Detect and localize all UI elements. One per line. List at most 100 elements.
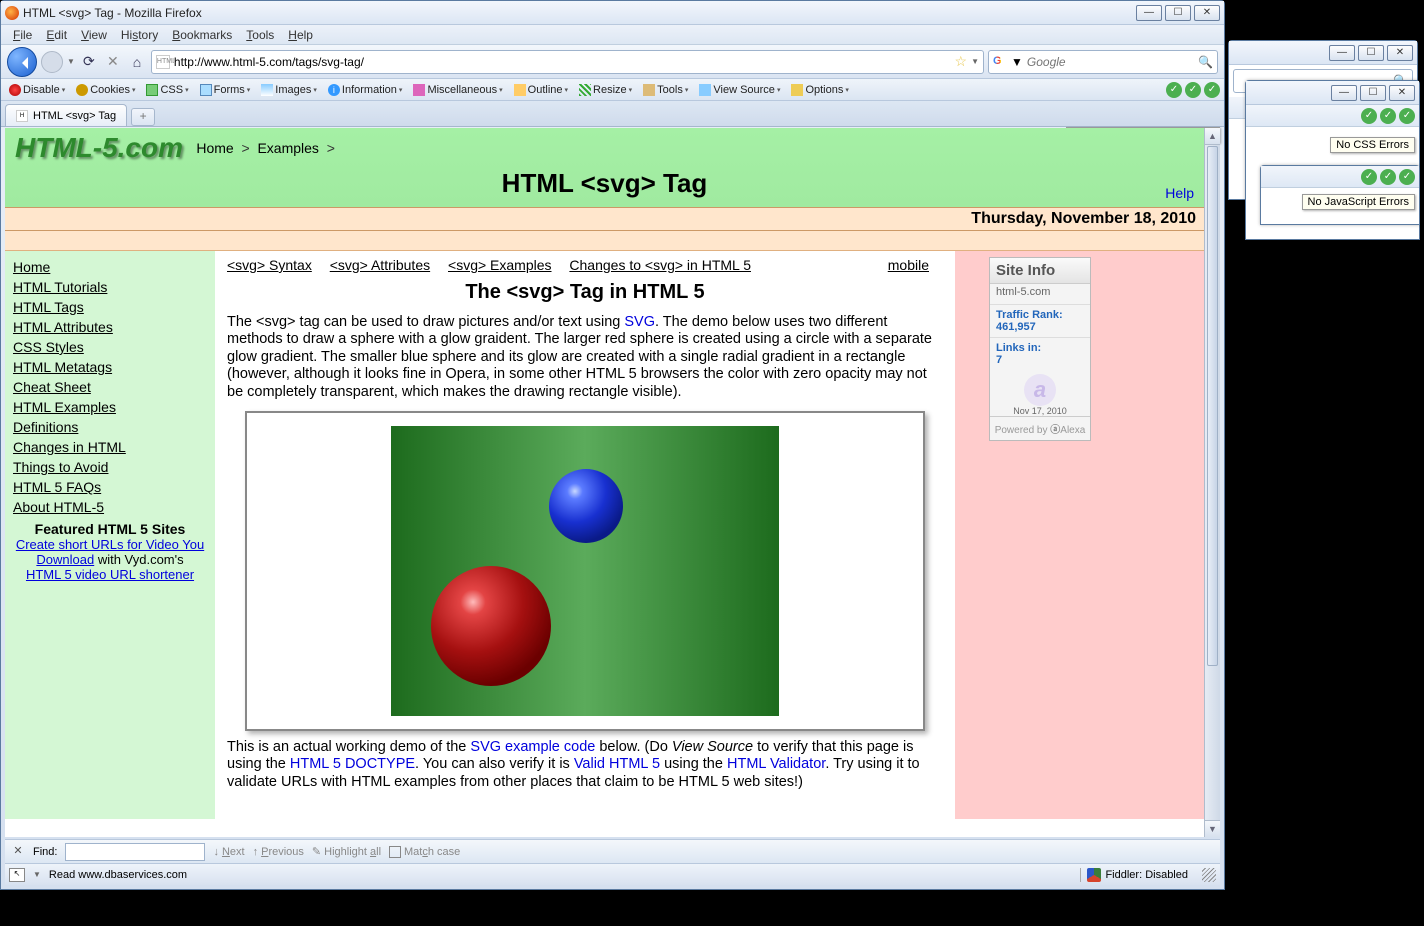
valid-html5-link[interactable]: Valid HTML 5 [574,756,660,772]
alexa-links-label: Links in: [996,342,1084,354]
anchor-attributes[interactable]: <svg> Attributes [330,257,430,273]
lnav-item[interactable]: HTML Attributes [13,319,207,335]
maximize-button[interactable]: ☐ [1165,5,1191,21]
menu-help[interactable]: Help [282,26,319,44]
status-check-icon[interactable]: ✓ [1361,108,1377,124]
menu-edit[interactable]: Edit [40,26,73,44]
lnav-item[interactable]: About HTML-5 [13,499,207,515]
help-link[interactable]: Help [1165,185,1194,201]
wd-cookies[interactable]: Cookies▾ [72,83,139,97]
svg-link[interactable]: SVG [624,314,655,330]
close-button[interactable]: ✕ [1389,85,1415,101]
findbar-close-icon[interactable]: ✕ [11,845,25,859]
back-button[interactable] [7,47,37,77]
anchor-syntax[interactable]: <svg> Syntax [227,257,312,273]
search-input[interactable] [1027,55,1194,69]
lnav-item[interactable]: HTML Tutorials [13,279,207,295]
anchor-changes[interactable]: Changes to <svg> in HTML 5 [569,257,751,273]
alexa-date: Nov 17, 2010 [990,406,1090,416]
status-check-2-icon[interactable]: ✓ [1185,82,1201,98]
anchor-examples[interactable]: <svg> Examples [448,257,552,273]
vertical-scrollbar[interactable] [1204,128,1220,837]
firefox-icon [5,6,19,20]
wd-options[interactable]: Options▾ [787,83,852,97]
status-check-1-icon[interactable]: ✓ [1166,82,1182,98]
scrollbar-thumb[interactable] [1207,146,1218,666]
lnav-item[interactable]: HTML Examples [13,399,207,415]
svg-example-link[interactable]: SVG example code [470,739,595,755]
lnav-item[interactable]: CSS Styles [13,339,207,355]
no-js-tooltip: No JavaScript Errors [1302,194,1415,210]
new-tab-button[interactable]: + [131,108,155,126]
status-check-3-icon[interactable]: ✓ [1204,82,1220,98]
url-bar[interactable]: HTML ☆ ▼ [151,50,984,74]
lnav-item[interactable]: Definitions [13,419,207,435]
wd-forms[interactable]: Forms▾ [196,83,255,97]
find-prev-button[interactable]: ↑Previous [253,846,304,858]
maximize-button[interactable]: ☐ [1358,45,1384,61]
stop-button[interactable]: ✕ [103,52,123,72]
lnav-item[interactable]: Things to Avoid [13,459,207,475]
search-bar[interactable]: G ▼ 🔍 [988,50,1218,74]
wd-tools[interactable]: Tools▾ [639,83,692,97]
resize-grip-icon[interactable] [1202,868,1216,882]
featured-link-2[interactable]: HTML 5 video URL shortener [26,567,194,582]
menu-bookmarks[interactable]: Bookmarks [166,26,238,44]
home-button[interactable]: ⌂ [127,52,147,72]
minimize-button[interactable]: — [1136,5,1162,21]
wd-images[interactable]: Images▾ [257,83,321,97]
status-check-icon[interactable]: ✓ [1399,169,1415,185]
tab-active[interactable]: H HTML <svg> Tag [5,104,127,126]
wd-viewsource[interactable]: View Source▾ [695,83,784,97]
wd-disable[interactable]: Disable▾ [5,83,69,97]
status-check-icon[interactable]: ✓ [1380,169,1396,185]
minimize-button[interactable]: — [1331,85,1357,101]
page-viewport[interactable]: HTML-5.com Home > Examples > HTML <svg> … [5,128,1204,837]
forward-button[interactable] [41,51,63,73]
site-logo[interactable]: HTML-5.com [15,132,183,164]
bookmark-star-icon[interactable]: ☆ [955,53,968,70]
reload-button[interactable]: ⟳ [79,52,99,72]
wd-outline[interactable]: Outline▾ [510,83,572,97]
url-dropdown-icon[interactable]: ▼ [971,57,979,66]
lnav-item[interactable]: HTML 5 FAQs [13,479,207,495]
fiddler-status[interactable]: Fiddler: Disabled [1080,868,1194,882]
doctype-link[interactable]: HTML 5 DOCTYPE [290,756,415,772]
menu-view[interactable]: View [75,26,113,44]
status-check-icon[interactable]: ✓ [1380,108,1396,124]
wd-resize[interactable]: Resize▾ [575,83,636,97]
status-check-icon[interactable]: ✓ [1361,169,1377,185]
search-engine-dropdown-icon[interactable]: ▼ [1011,55,1023,69]
url-input[interactable] [174,55,951,69]
highlight-all-button[interactable]: ✎Highlight all [312,845,381,858]
history-dropdown-icon[interactable]: ▼ [67,57,75,66]
lnav-item[interactable]: HTML Metatags [13,359,207,375]
close-button[interactable]: ✕ [1387,45,1413,61]
info-icon: i [328,84,340,96]
element-select-icon[interactable]: ↖ [9,868,25,882]
minimize-button[interactable]: — [1329,45,1355,61]
lnav-item[interactable]: Home [13,259,207,275]
menu-file[interactable]: File [7,26,38,44]
menu-tools[interactable]: Tools [240,26,280,44]
status-check-icon[interactable]: ✓ [1399,108,1415,124]
site-identity-icon[interactable]: HTML [156,55,170,69]
mobile-link[interactable]: mobile [888,257,929,273]
lnav-item[interactable]: Cheat Sheet [13,379,207,395]
close-button[interactable]: ✕ [1194,5,1220,21]
find-next-button[interactable]: ↓Next [213,846,244,858]
lnav-item[interactable]: HTML Tags [13,299,207,315]
match-case-checkbox[interactable]: Match case [389,846,460,858]
search-go-icon[interactable]: 🔍 [1198,55,1213,69]
status-dd-icon[interactable]: ▼ [33,870,41,879]
wd-information[interactable]: iInformation▾ [324,83,407,97]
find-input[interactable] [65,843,205,861]
lnav-item[interactable]: Changes in HTML [13,439,207,455]
breadcrumb-examples[interactable]: Examples [257,140,318,156]
maximize-button[interactable]: ☐ [1360,85,1386,101]
menu-history[interactable]: History [115,26,164,44]
breadcrumb-home[interactable]: Home [196,140,233,156]
wd-css[interactable]: CSS▾ [142,83,192,97]
validator-link[interactable]: HTML Validator [727,756,825,772]
wd-miscellaneous[interactable]: Miscellaneous▾ [409,83,506,97]
